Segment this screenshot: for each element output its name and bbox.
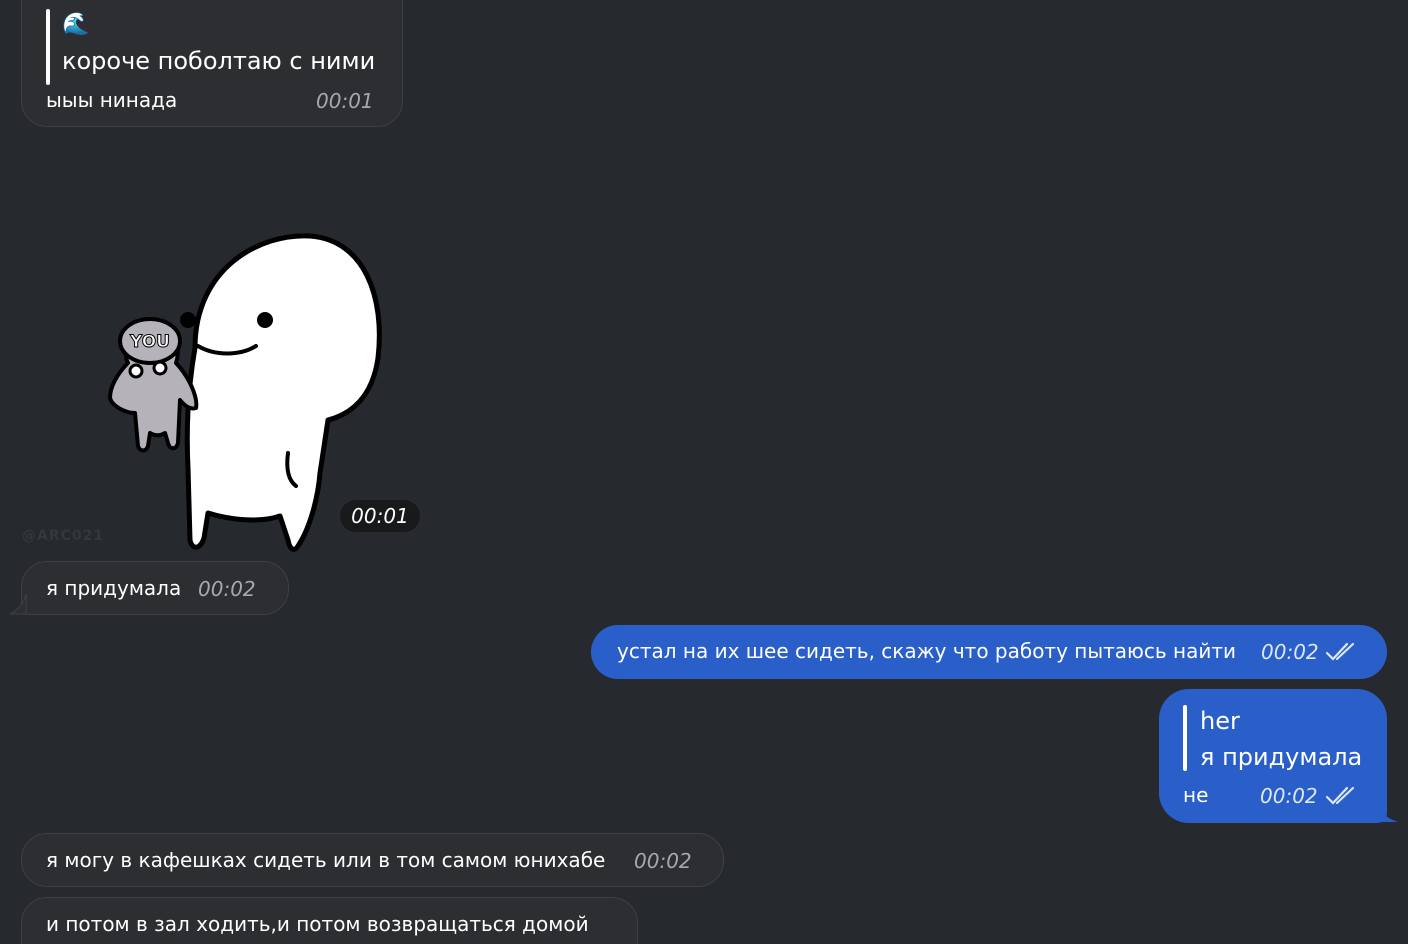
message-bubble-outgoing[interactable]: устал на их шее сидеть, скажу что работу… bbox=[591, 625, 1387, 679]
reply-quote-bar bbox=[46, 9, 50, 85]
message-text: не bbox=[1183, 783, 1209, 807]
sticker-watermark: @ARC021 bbox=[22, 528, 105, 544]
message-bubble-incoming[interactable]: и потом в зал ходить,и потом возвращатьс… bbox=[21, 897, 638, 944]
reply-text: я придумала bbox=[1200, 743, 1363, 771]
message-bubble-incoming[interactable]: я придумала 00:02 bbox=[21, 561, 289, 615]
reply-author: her bbox=[1200, 707, 1240, 735]
chat-history: 🌊 короче поболтаю с ними ыыы нинада 00:0… bbox=[0, 0, 1408, 944]
sticker-badge-text: YOU bbox=[129, 332, 170, 352]
bubble-tail-icon bbox=[1378, 802, 1398, 822]
reply-emoji: 🌊 bbox=[62, 12, 90, 37]
message-bubble-incoming[interactable]: я могу в кафешках сидеть или в том самом… bbox=[21, 833, 724, 887]
message-time: 00:02 bbox=[198, 577, 256, 601]
message-text: я придумала bbox=[46, 576, 182, 600]
message-text: и потом в зал ходить,и потом возвращатьс… bbox=[46, 912, 589, 936]
reply-quote-bar bbox=[1183, 705, 1187, 771]
message-time: 00:02 bbox=[1261, 640, 1319, 664]
double-check-icon bbox=[1325, 786, 1355, 805]
reply-text: короче поболтаю с ними bbox=[62, 47, 376, 75]
message-bubble-outgoing[interactable]: her я придумала не 00:02 bbox=[1159, 689, 1387, 823]
message-text: ыыы нинада bbox=[46, 88, 178, 112]
message-time: 00:01 bbox=[316, 89, 374, 113]
message-time: 00:02 bbox=[1260, 784, 1318, 808]
double-check-icon bbox=[1325, 642, 1355, 661]
bubble-tail-icon bbox=[9, 594, 27, 615]
message-text: я могу в кафешках сидеть или в том самом… bbox=[46, 848, 606, 872]
message-bubble-incoming[interactable]: 🌊 короче поболтаю с ними ыыы нинада 00:0… bbox=[21, 0, 403, 127]
message-text: устал на их шее сидеть, скажу что работу… bbox=[617, 639, 1237, 663]
sticker-time: 00:01 bbox=[340, 500, 420, 532]
message-time: 00:02 bbox=[634, 849, 692, 873]
